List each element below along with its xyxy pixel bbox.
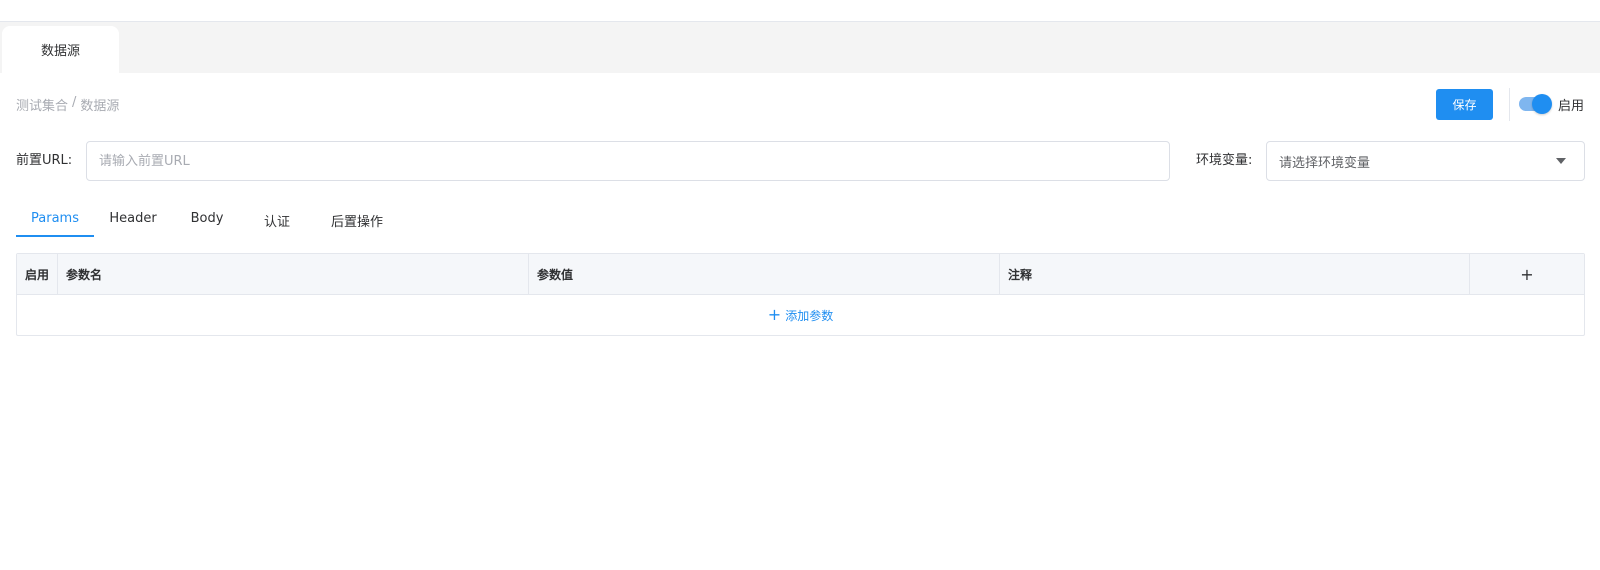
plus-icon: + — [767, 305, 782, 324]
url-label: 前置URL: — [16, 153, 73, 168]
tab-label: Header — [109, 211, 157, 226]
tab-header[interactable]: Header — [94, 205, 172, 237]
breadcrumb-separator: / — [72, 95, 77, 110]
column-param-value: 参数值 — [529, 254, 1000, 294]
add-column-button[interactable]: + — [1470, 254, 1584, 294]
tab-label: 认证 — [263, 215, 290, 230]
page-tab-strip: 数据源 — [0, 22, 1600, 73]
breadcrumb-parent[interactable]: 测试集合 — [16, 95, 68, 114]
column-enabled: 启用 — [17, 254, 58, 294]
toggle-knob — [1532, 94, 1552, 114]
env-select[interactable]: 请选择环境变量 — [1266, 141, 1585, 181]
page-tab-label: 数据源 — [40, 44, 80, 59]
tab-label: Body — [190, 211, 224, 226]
toolbar-divider — [1509, 88, 1510, 121]
tab-auth[interactable]: 认证 — [242, 205, 312, 237]
add-param-label: 添加参数 — [785, 308, 834, 323]
env-label: 环境变量: — [1196, 153, 1253, 168]
tab-params[interactable]: Params — [16, 205, 94, 237]
table-header: 启用 参数名 参数值 注释 + — [17, 254, 1584, 295]
column-comment: 注释 — [1000, 254, 1470, 294]
enable-toggle-label: 启用 — [1558, 99, 1585, 114]
params-table: 启用 参数名 参数值 注释 + + 添加参数 — [16, 253, 1585, 336]
breadcrumb-current: 数据源 — [80, 99, 120, 114]
add-param-button[interactable]: + 添加参数 — [17, 295, 1584, 335]
base-url-input[interactable] — [86, 141, 1170, 181]
env-select-placeholder: 请选择环境变量 — [1279, 155, 1371, 171]
request-tabs: Params Header Body 认证 后置操作 — [16, 205, 402, 237]
column-param-name: 参数名 — [58, 254, 529, 294]
breadcrumb: 测试集合 / 数据源 — [16, 95, 119, 114]
tab-body[interactable]: Body — [172, 205, 242, 237]
tab-label: Params — [31, 211, 79, 226]
top-bar — [0, 0, 1600, 22]
tab-label: 后置操作 — [330, 215, 383, 230]
caret-down-icon — [1556, 158, 1566, 164]
page-tab-datasource[interactable]: 数据源 — [2, 26, 119, 73]
save-button[interactable]: 保存 — [1436, 89, 1493, 120]
enable-toggle[interactable] — [1519, 94, 1552, 114]
tab-post-operations[interactable]: 后置操作 — [312, 205, 402, 237]
